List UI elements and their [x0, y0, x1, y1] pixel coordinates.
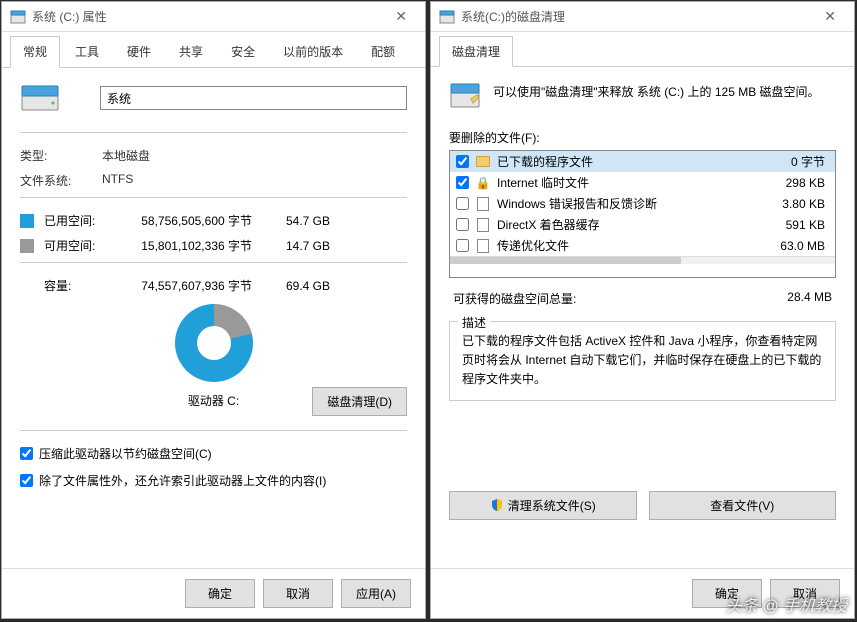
type-label: 类型: — [20, 147, 102, 164]
free-gb: 14.7 GB — [270, 239, 330, 253]
tab-strip: 常规工具硬件共享安全以前的版本配额 — [2, 32, 425, 68]
file-item-checkbox[interactable] — [456, 155, 469, 168]
scrollbar[interactable] — [450, 256, 835, 264]
file-item-size: 63.0 MB — [757, 239, 829, 253]
titlebar[interactable]: 系统(C:)的磁盘清理 ✕ — [431, 2, 854, 32]
shield-icon — [490, 498, 504, 512]
close-icon[interactable]: ✕ — [814, 4, 846, 29]
indexing-checkbox[interactable] — [20, 474, 33, 487]
gain-label: 可获得的磁盘空间总量: — [453, 290, 576, 307]
description-group: 描述 已下载的程序文件包括 ActiveX 控件和 Java 小程序，你查看特定… — [449, 321, 836, 401]
volume-label-input[interactable] — [100, 86, 407, 110]
file-icon — [475, 239, 491, 253]
file-item-size: 3.80 KB — [757, 197, 829, 211]
tab-6[interactable]: 配额 — [358, 36, 408, 67]
capacity-label: 容量: — [44, 277, 130, 294]
close-icon[interactable]: ✕ — [385, 4, 417, 29]
usage-pie-chart — [175, 304, 253, 382]
free-bytes: 15,801,102,336 字节 — [130, 237, 270, 254]
file-list-item[interactable]: 已下载的程序文件0 字节 — [450, 151, 835, 172]
ok-button[interactable]: 确定 — [185, 579, 255, 608]
titlebar[interactable]: 系统 (C:) 属性 ✕ — [2, 2, 425, 32]
type-value: 本地磁盘 — [102, 147, 407, 164]
indexing-checkbox-row[interactable]: 除了文件属性外，还允许索引此驱动器上文件的内容(I) — [20, 472, 407, 489]
description-text: 已下载的程序文件包括 ActiveX 控件和 Java 小程序，你查看特定网页时… — [462, 332, 823, 390]
file-icon — [475, 197, 491, 211]
clean-system-files-label: 清理系统文件(S) — [508, 497, 596, 514]
view-files-button[interactable]: 查看文件(V) — [649, 491, 837, 520]
apply-button[interactable]: 应用(A) — [341, 579, 411, 608]
file-item-size: 298 KB — [757, 176, 829, 190]
disk-cleanup-window: 系统(C:)的磁盘清理 ✕ 磁盘清理 可以使用"磁盘清理"来释放 系统 (C:)… — [430, 1, 855, 619]
compress-checkbox-row[interactable]: 压缩此驱动器以节约磁盘空间(C) — [20, 445, 407, 462]
capacity-gb: 69.4 GB — [270, 279, 330, 293]
folder-icon — [475, 155, 491, 169]
used-swatch — [20, 214, 34, 228]
capacity-bytes: 74,557,607,936 字节 — [130, 277, 270, 294]
file-item-size: 591 KB — [757, 218, 829, 232]
cleanup-content: 可以使用"磁盘清理"来释放 系统 (C:) 上的 125 MB 磁盘空间。 要删… — [431, 67, 854, 568]
tab-4[interactable]: 安全 — [218, 36, 268, 67]
file-item-name: 传递优化文件 — [497, 237, 757, 254]
file-list-item[interactable]: 传递优化文件63.0 MB — [450, 235, 835, 256]
dialog-footer: 确定 取消 应用(A) — [2, 568, 425, 618]
ok-button[interactable]: 确定 — [692, 579, 762, 608]
dialog-footer: 确定 取消 — [431, 568, 854, 618]
properties-window: 系统 (C:) 属性 ✕ 常规工具硬件共享安全以前的版本配额 类型:本地磁盘 文… — [1, 1, 426, 619]
free-swatch — [20, 239, 34, 253]
intro-text: 可以使用"磁盘清理"来释放 系统 (C:) 上的 125 MB 磁盘空间。 — [493, 81, 836, 101]
drive-icon — [439, 9, 455, 25]
file-item-checkbox[interactable] — [456, 239, 469, 252]
file-list-item[interactable]: 🔒 Internet 临时文件298 KB — [450, 172, 835, 193]
tab-3[interactable]: 共享 — [166, 36, 216, 67]
tab-5[interactable]: 以前的版本 — [270, 36, 356, 67]
file-list[interactable]: 已下载的程序文件0 字节🔒Internet 临时文件298 KBWindows … — [449, 150, 836, 278]
general-tab-content: 类型:本地磁盘 文件系统:NTFS 已用空间: 58,756,505,600 字… — [2, 68, 425, 568]
fs-label: 文件系统: — [20, 172, 102, 189]
gain-value: 28.4 MB — [787, 290, 832, 307]
free-label: 可用空间: — [44, 237, 130, 254]
used-gb: 54.7 GB — [270, 214, 330, 228]
file-item-name: 已下载的程序文件 — [497, 153, 757, 170]
drive-icon — [10, 9, 26, 25]
tab-cleanup[interactable]: 磁盘清理 — [439, 36, 513, 67]
description-legend: 描述 — [458, 314, 490, 331]
window-title: 系统(C:)的磁盘清理 — [461, 8, 814, 25]
compress-checkbox[interactable] — [20, 447, 33, 460]
file-item-name: Internet 临时文件 — [497, 174, 757, 191]
file-item-checkbox[interactable] — [456, 218, 469, 231]
cancel-button[interactable]: 取消 — [770, 579, 840, 608]
tab-1[interactable]: 工具 — [62, 36, 112, 67]
file-item-name: DirectX 着色器缓存 — [497, 216, 757, 233]
file-list-item[interactable]: DirectX 着色器缓存591 KB — [450, 214, 835, 235]
tab-0[interactable]: 常规 — [10, 36, 60, 68]
window-title: 系统 (C:) 属性 — [32, 8, 385, 25]
file-item-checkbox[interactable] — [456, 176, 469, 189]
drive-cleanup-icon — [449, 81, 481, 111]
file-item-size: 0 字节 — [757, 153, 829, 170]
drive-icon-large — [20, 82, 60, 114]
clean-system-files-button[interactable]: 清理系统文件(S) — [449, 491, 637, 520]
file-list-item[interactable]: Windows 错误报告和反馈诊断3.80 KB — [450, 193, 835, 214]
cancel-button[interactable]: 取消 — [263, 579, 333, 608]
drive-caption: 驱动器 C: — [188, 392, 239, 409]
file-item-name: Windows 错误报告和反馈诊断 — [497, 195, 757, 212]
lock-icon: 🔒 — [475, 176, 491, 190]
indexing-label: 除了文件属性外，还允许索引此驱动器上文件的内容(I) — [39, 472, 326, 489]
files-to-delete-label: 要删除的文件(F): — [449, 129, 836, 146]
compress-label: 压缩此驱动器以节约磁盘空间(C) — [39, 445, 212, 462]
fs-value: NTFS — [102, 172, 407, 189]
tab-2[interactable]: 硬件 — [114, 36, 164, 67]
file-icon — [475, 218, 491, 232]
tab-strip: 磁盘清理 — [431, 32, 854, 67]
used-label: 已用空间: — [44, 212, 130, 229]
used-bytes: 58,756,505,600 字节 — [130, 212, 270, 229]
file-item-checkbox[interactable] — [456, 197, 469, 210]
